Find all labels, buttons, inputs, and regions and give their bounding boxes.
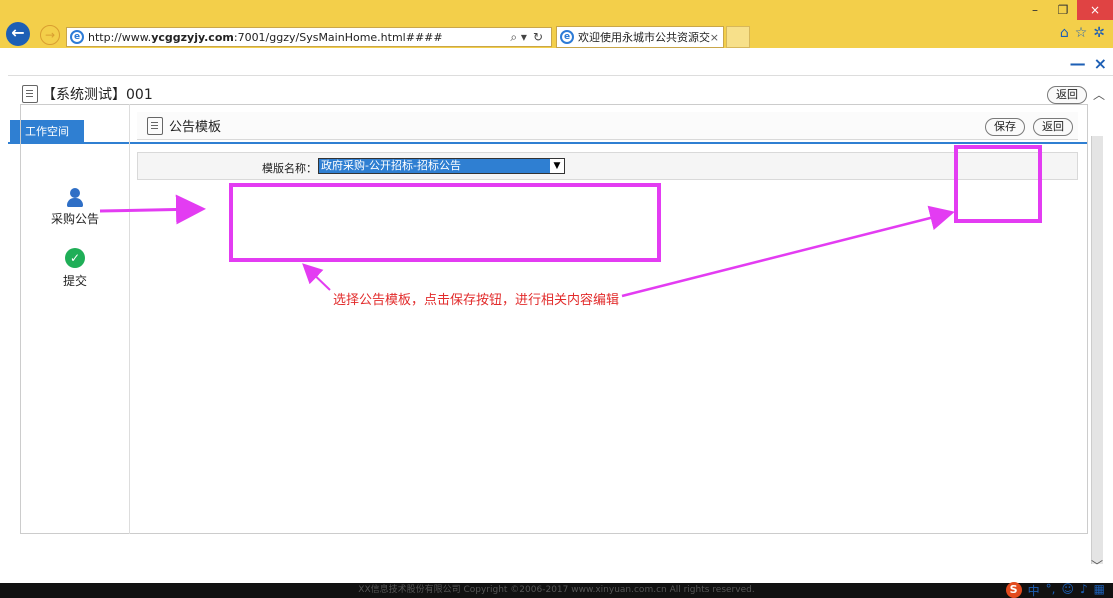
arrow-to-save: [621, 205, 955, 298]
ime-emoji-icon[interactable]: ☺: [1061, 582, 1074, 598]
ime-voice-icon[interactable]: ♪: [1080, 582, 1088, 598]
ime-keyboard-icon[interactable]: ▦: [1094, 582, 1105, 598]
ime-toolbar: S 中 °, ☺ ♪ ▦: [1005, 582, 1105, 598]
scroll-down-icon[interactable]: ﹀: [1091, 557, 1103, 574]
footer: XX信息技术股份有限公司 Copyright ©2006-2017 www.xi…: [0, 583, 1113, 598]
arrow-from-text: [302, 263, 331, 291]
ime-punctuation-icon[interactable]: °,: [1046, 582, 1056, 598]
annotation-text: 选择公告模板，点击保存按钮，进行相关内容编辑: [333, 293, 620, 308]
ime-chinese-mode-icon[interactable]: 中: [1028, 582, 1040, 598]
sogou-ime-icon[interactable]: S: [1005, 582, 1022, 598]
arrow-to-select: [99, 194, 206, 225]
vertical-scrollbar[interactable]: [1091, 136, 1103, 564]
